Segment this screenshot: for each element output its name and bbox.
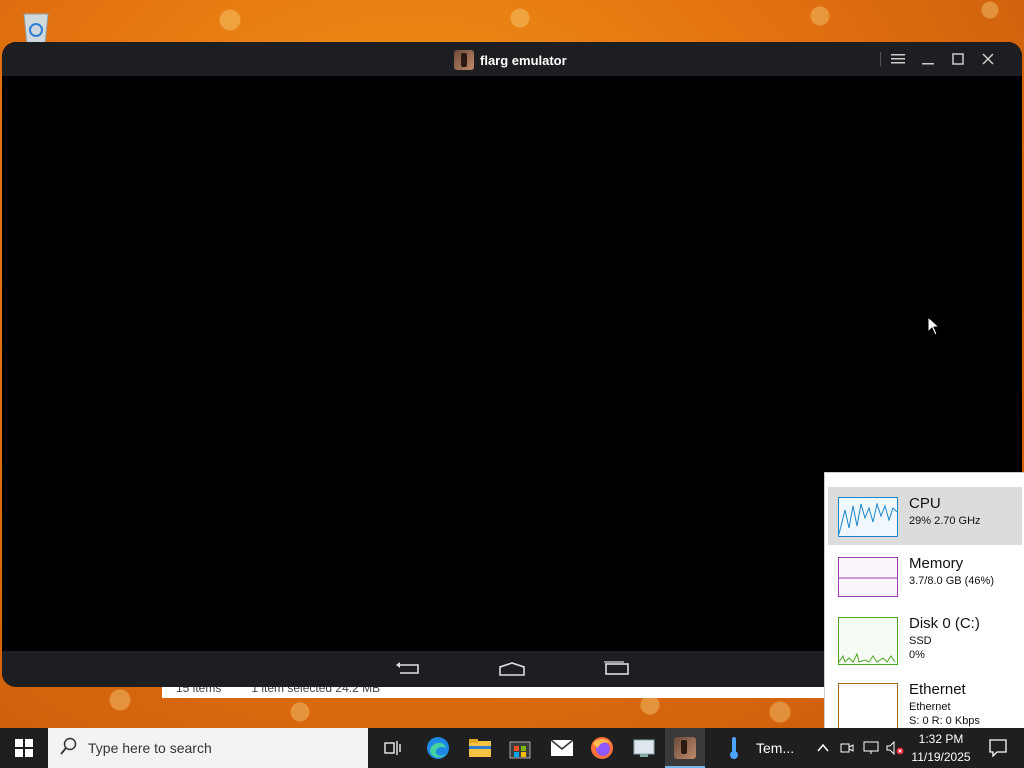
chevron-up-icon[interactable] [812, 728, 834, 768]
cpu-graph [838, 497, 898, 537]
volume-muted-icon[interactable] [884, 728, 906, 768]
window-title: flarg emulator [480, 52, 567, 68]
app-icon [454, 50, 474, 70]
mouse-cursor-icon [927, 315, 941, 336]
memory-label: Memory [909, 555, 964, 572]
flarg-app-icon [674, 737, 696, 759]
cpu-detail: 29% 2.70 GHz [909, 515, 981, 527]
thermometer-icon[interactable] [714, 728, 754, 768]
recents-icon[interactable] [602, 661, 630, 677]
disk-graph [838, 617, 898, 665]
firefox-icon[interactable] [582, 728, 622, 768]
close-icon[interactable] [976, 48, 1000, 70]
disk-usage: 0% [909, 649, 925, 661]
remote-app-icon[interactable] [624, 728, 664, 768]
disk-type: SSD [909, 635, 932, 647]
notification-center-icon[interactable] [978, 728, 1018, 768]
ethernet-type: Ethernet [909, 701, 951, 713]
back-icon[interactable] [394, 661, 422, 677]
hamburger-icon[interactable] [886, 48, 910, 70]
disk-label: Disk 0 (C:) [909, 615, 980, 632]
clock-time: 1:32 PM [918, 732, 964, 746]
task-view-icon[interactable] [372, 728, 412, 768]
ethernet-graph [838, 683, 898, 731]
perf-item-cpu[interactable]: CPU 29% 2.70 GHz [828, 487, 1022, 545]
maximize-icon[interactable] [946, 48, 970, 70]
divider [880, 52, 881, 66]
memory-detail: 3.7/8.0 GB (46%) [909, 575, 994, 587]
taskbar-clock[interactable]: 1:32 PM 11/19/2025 [906, 730, 976, 766]
home-icon[interactable] [498, 661, 526, 677]
memory-graph [838, 557, 898, 597]
mail-icon[interactable] [542, 728, 582, 768]
title-bar[interactable]: flarg emulator [2, 42, 1022, 76]
minimize-icon[interactable] [916, 48, 940, 70]
search-icon [60, 737, 78, 760]
flarg-emulator-taskbar-icon[interactable] [665, 728, 705, 768]
ethernet-label: Ethernet [909, 681, 966, 698]
taskbar: Type here to search Tem... 1:32 PM 11/19… [0, 728, 1024, 768]
perf-item-memory[interactable]: Memory 3.7/8.0 GB (46%) [828, 547, 1022, 605]
ethernet-rate: S: 0 R: 0 Kbps [909, 715, 980, 727]
file-explorer-icon[interactable] [460, 728, 500, 768]
meet-now-icon[interactable] [836, 728, 858, 768]
store-icon[interactable] [500, 728, 540, 768]
recycle-bin-icon[interactable] [16, 6, 56, 46]
perf-item-disk[interactable]: Disk 0 (C:) SSD 0% [828, 607, 1022, 665]
windows-logo-icon [15, 739, 33, 757]
start-button[interactable] [0, 728, 48, 768]
search-placeholder: Type here to search [88, 740, 212, 756]
perf-item-ethernet[interactable]: Ethernet Ethernet S: 0 R: 0 Kbps [828, 673, 1022, 731]
cpu-label: CPU [909, 495, 941, 512]
network-icon[interactable] [860, 728, 882, 768]
temp-app-label[interactable]: Tem... [756, 740, 794, 756]
task-manager-panel: CPU 29% 2.70 GHz Memory 3.7/8.0 GB (46%)… [824, 472, 1024, 731]
taskbar-search-box[interactable]: Type here to search [48, 728, 368, 768]
clock-date: 11/19/2025 [911, 750, 971, 764]
edge-browser-icon[interactable] [418, 728, 458, 768]
